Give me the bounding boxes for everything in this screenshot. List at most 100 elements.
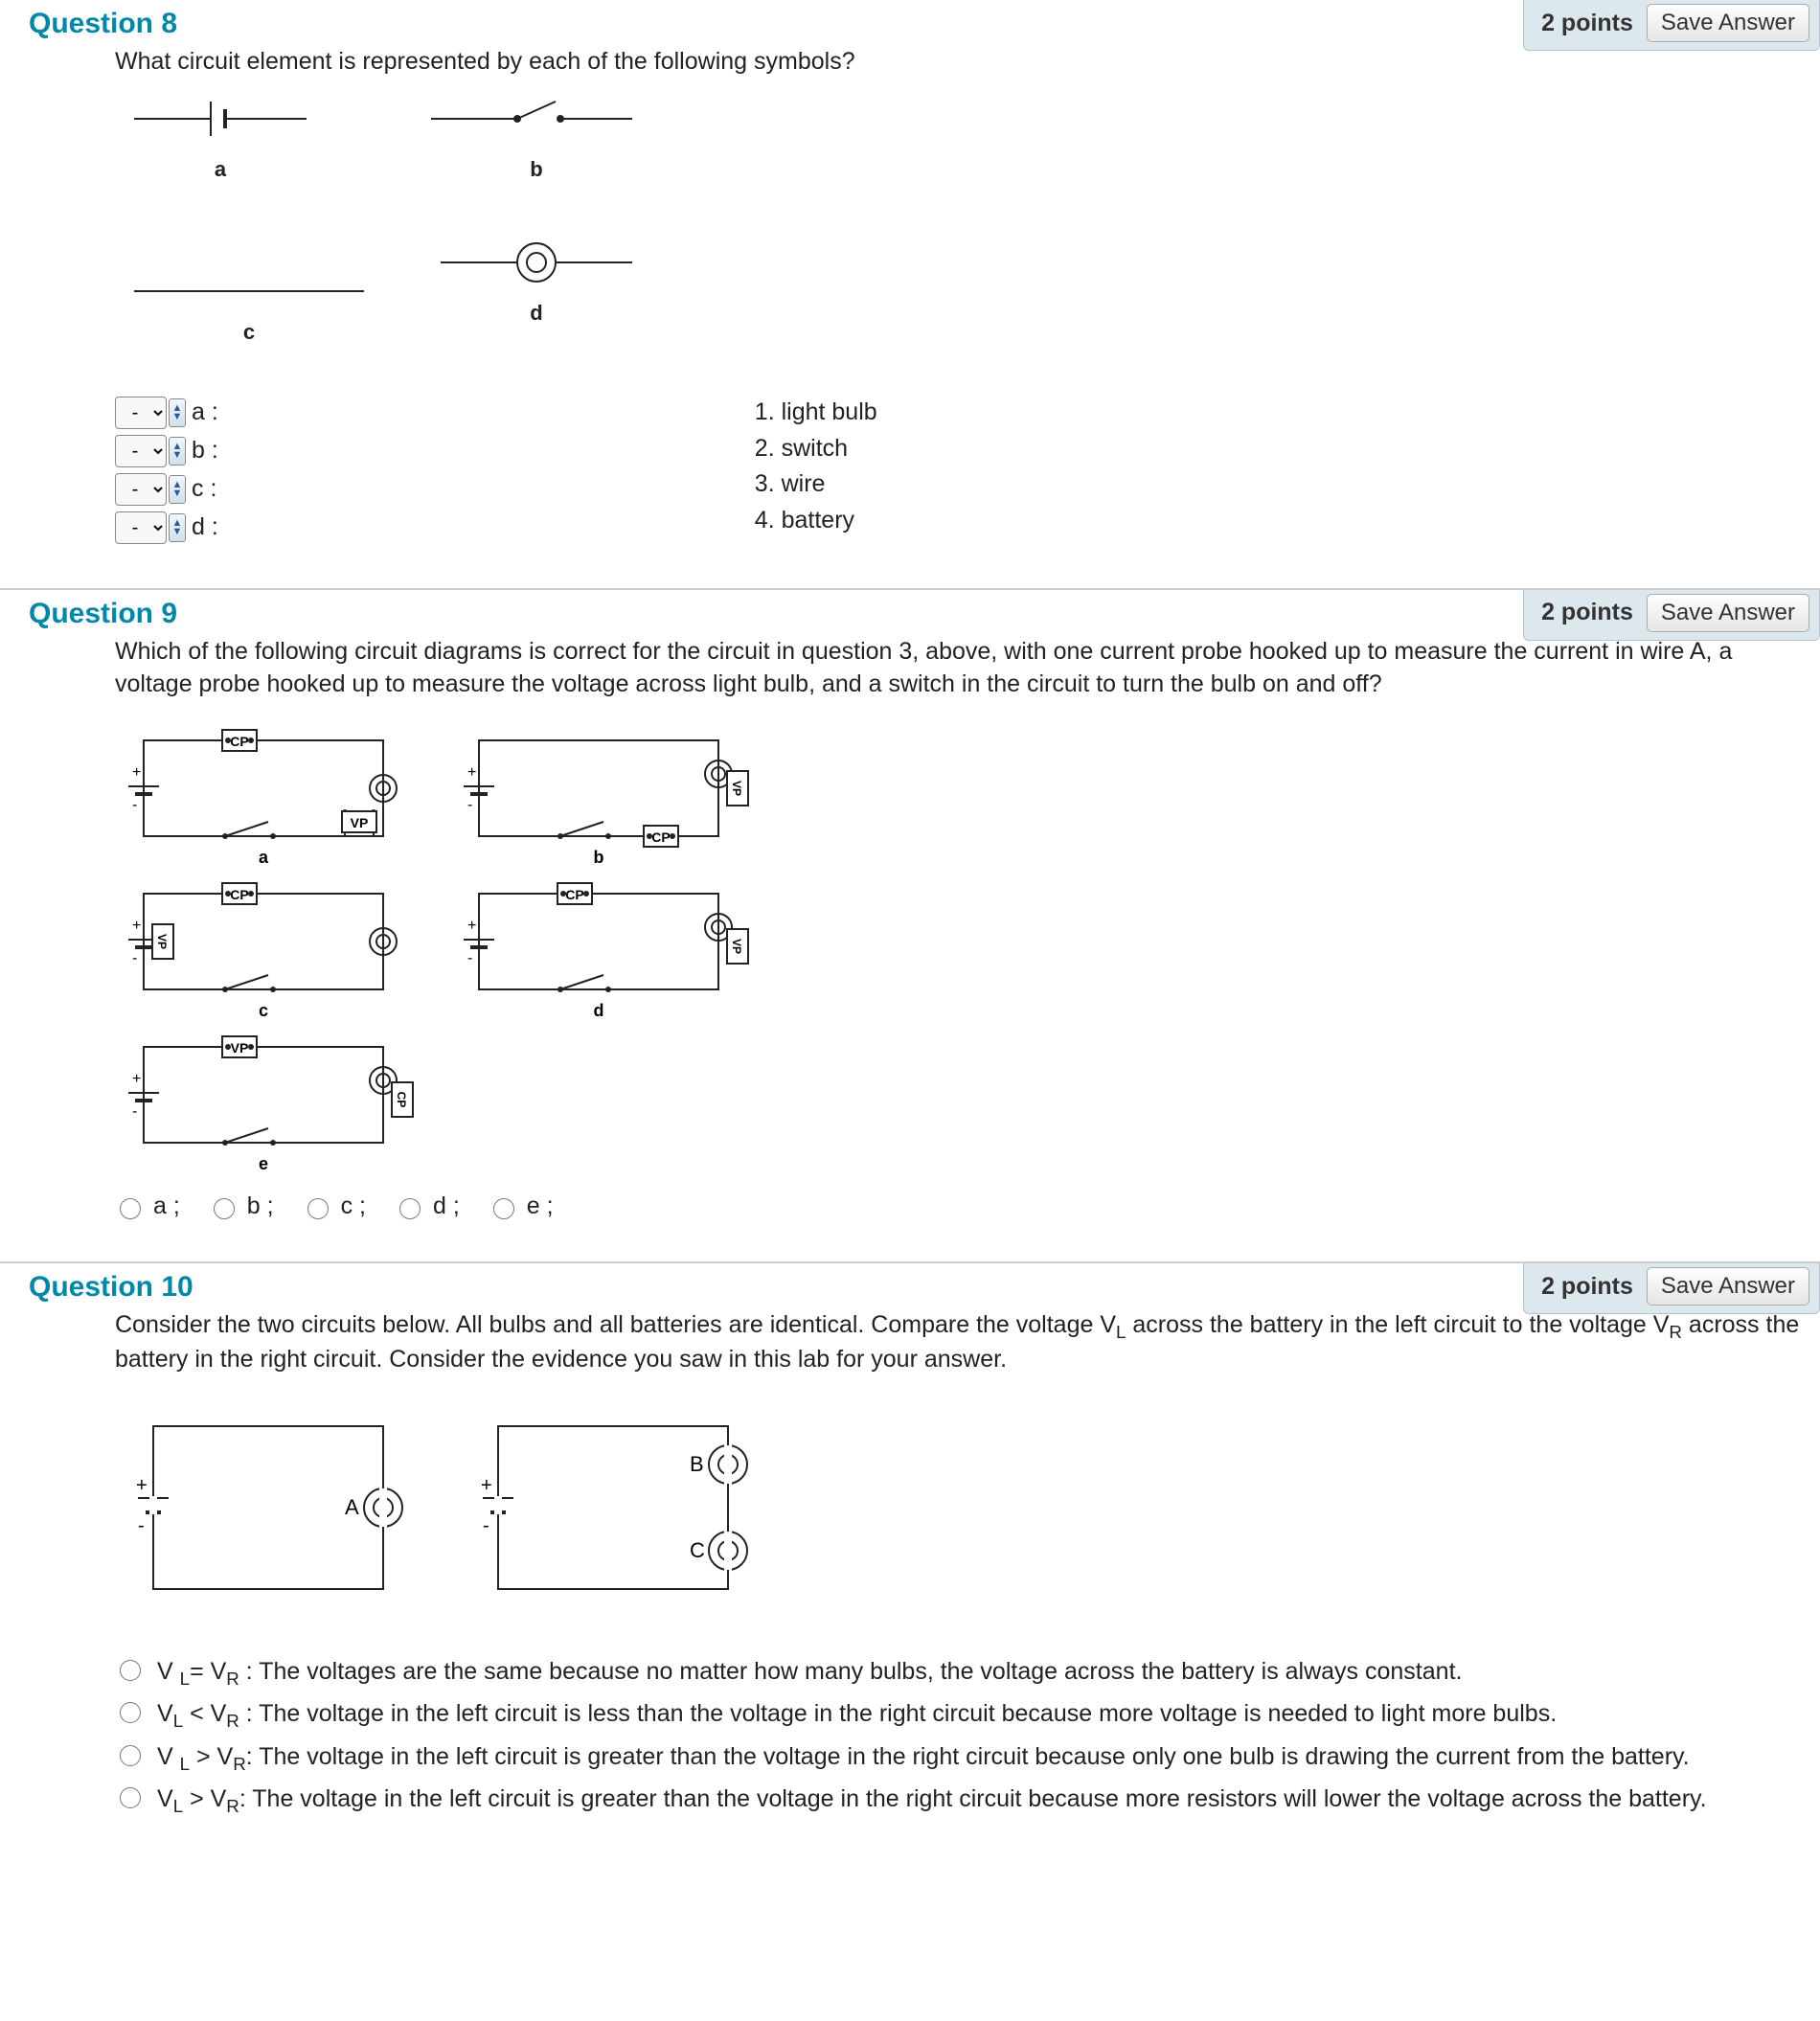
radio-option-3[interactable]: V L > VR: The voltage in the left circui… (115, 1741, 1801, 1776)
match-label: d : (192, 511, 218, 544)
svg-text:-: - (132, 1103, 137, 1120)
radio-option-1[interactable]: V L= VR : The voltages are the same beca… (115, 1656, 1801, 1691)
match-label: b : (192, 435, 218, 467)
question-8: 2 points Save Answer Question 8 What cir… (0, 0, 1820, 590)
points-save-bar: 2 points Save Answer (1523, 0, 1820, 51)
two-circuits-diagram: + - A (115, 1388, 1801, 1637)
option-text: 1. light bulb (755, 397, 877, 429)
radio-options-stack: V L= VR : The voltages are the same beca… (115, 1656, 1801, 1818)
save-answer-button[interactable]: Save Answer (1647, 4, 1809, 42)
svg-text:CP: CP (230, 887, 248, 902)
svg-text:VP: VP (155, 934, 169, 949)
radio-input[interactable] (120, 1745, 141, 1766)
svg-text:+: + (132, 764, 141, 781)
stepper-icon[interactable]: ▲▼ (169, 398, 186, 427)
radio-option-4[interactable]: VL > VR: The voltage in the left circuit… (115, 1783, 1801, 1818)
radio-label: e ; (527, 1191, 554, 1223)
radio-label: c ; (341, 1191, 366, 1223)
match-item-b: - ▲▼ b : (115, 435, 218, 467)
radio-label: a ; (153, 1191, 180, 1223)
match-label: a : (192, 397, 218, 429)
radio-input[interactable] (307, 1198, 329, 1219)
svg-text:+: + (467, 918, 476, 934)
radio-label: b ; (247, 1191, 274, 1223)
select-a[interactable]: - (115, 397, 167, 429)
svg-text:B: B (690, 1452, 704, 1476)
svg-text:+: + (136, 1475, 148, 1496)
symbol-label-c: c (243, 320, 255, 344)
match-item-a: - ▲▼ a : (115, 397, 218, 429)
radio-option-c[interactable]: c ; (303, 1191, 366, 1223)
svg-text:c: c (259, 1001, 268, 1020)
radio-option-d[interactable]: d ; (395, 1191, 460, 1223)
radio-input[interactable] (120, 1787, 141, 1808)
svg-text:-: - (467, 797, 472, 813)
question-prompt: Which of the following circuit diagrams … (115, 636, 1801, 701)
symbol-label-d: d (530, 301, 542, 325)
svg-text:b: b (594, 848, 604, 867)
radio-option-b[interactable]: b ; (209, 1191, 274, 1223)
svg-text:a: a (259, 848, 269, 867)
radio-option-e[interactable]: e ; (489, 1191, 554, 1223)
points-save-bar: 2 points Save Answer (1523, 590, 1820, 641)
option-text: 3. wire (755, 468, 877, 501)
option-text: 4. battery (755, 505, 877, 537)
radio-option-2[interactable]: VL < VR : The voltage in the left circui… (115, 1698, 1801, 1733)
svg-text:e: e (259, 1154, 268, 1171)
radio-label: V L > VR: The voltage in the left circui… (157, 1741, 1690, 1776)
stepper-icon[interactable]: ▲▼ (169, 437, 186, 466)
points-label: 2 points (1541, 1273, 1633, 1301)
save-answer-button[interactable]: Save Answer (1647, 594, 1809, 632)
svg-text:VP: VP (730, 939, 743, 954)
matching-row: - ▲▼ a : - ▲▼ b : - ▲▼ c : (115, 397, 1801, 550)
stepper-icon[interactable]: ▲▼ (169, 513, 186, 542)
points-label: 2 points (1541, 10, 1633, 37)
symbols-diagram: a b c d (115, 90, 1801, 377)
svg-text:A: A (345, 1495, 359, 1519)
radio-label: VL < VR : The voltage in the left circui… (157, 1698, 1557, 1733)
svg-text:-: - (138, 1515, 145, 1536)
match-label: c : (192, 473, 216, 506)
svg-text:+: + (132, 1071, 141, 1087)
symbol-label-b: b (530, 157, 542, 181)
matching-options: 1. light bulb 2. switch 3. wire 4. batte… (755, 397, 877, 541)
svg-text:+: + (132, 918, 141, 934)
radio-option-a[interactable]: a ; (115, 1191, 180, 1223)
svg-text:CP: CP (565, 887, 583, 902)
stepper-icon[interactable]: ▲▼ (169, 475, 186, 504)
svg-text:VP: VP (231, 1040, 249, 1056)
radio-label: d ; (433, 1191, 460, 1223)
svg-text:CP: CP (230, 734, 248, 749)
radio-input[interactable] (399, 1198, 421, 1219)
radio-input[interactable] (214, 1198, 235, 1219)
radio-input[interactable] (120, 1702, 141, 1723)
save-answer-button[interactable]: Save Answer (1647, 1267, 1809, 1306)
radio-label: V L= VR : The voltages are the same beca… (157, 1656, 1462, 1691)
option-text: 2. switch (755, 433, 877, 466)
svg-text:+: + (467, 764, 476, 781)
select-b[interactable]: - (115, 435, 167, 467)
svg-text:C: C (690, 1538, 705, 1562)
match-item-c: - ▲▼ c : (115, 473, 218, 506)
radio-input[interactable] (120, 1198, 141, 1219)
svg-text:-: - (132, 950, 137, 966)
points-save-bar: 2 points Save Answer (1523, 1263, 1820, 1314)
radio-label: VL > VR: The voltage in the left circuit… (157, 1783, 1707, 1818)
radio-input[interactable] (120, 1660, 141, 1681)
match-item-d: - ▲▼ d : (115, 511, 218, 544)
svg-text:-: - (132, 797, 137, 813)
question-10: 2 points Save Answer Question 10 Conside… (0, 1263, 1820, 1864)
svg-text:CP: CP (651, 829, 670, 845)
select-d[interactable]: - (115, 511, 167, 544)
question-prompt: What circuit element is represented by e… (115, 46, 1801, 79)
question-body: Which of the following circuit diagrams … (115, 636, 1801, 1223)
circuit-options-diagram: + - CP VP a + - (115, 712, 1801, 1171)
svg-text:d: d (594, 1001, 604, 1020)
radio-input[interactable] (493, 1198, 514, 1219)
svg-text:CP: CP (395, 1092, 408, 1108)
points-label: 2 points (1541, 599, 1633, 626)
svg-text:-: - (483, 1515, 489, 1536)
select-c[interactable]: - (115, 473, 167, 506)
svg-text:VP: VP (730, 781, 743, 796)
question-body: Consider the two circuits below. All bul… (115, 1309, 1801, 1818)
